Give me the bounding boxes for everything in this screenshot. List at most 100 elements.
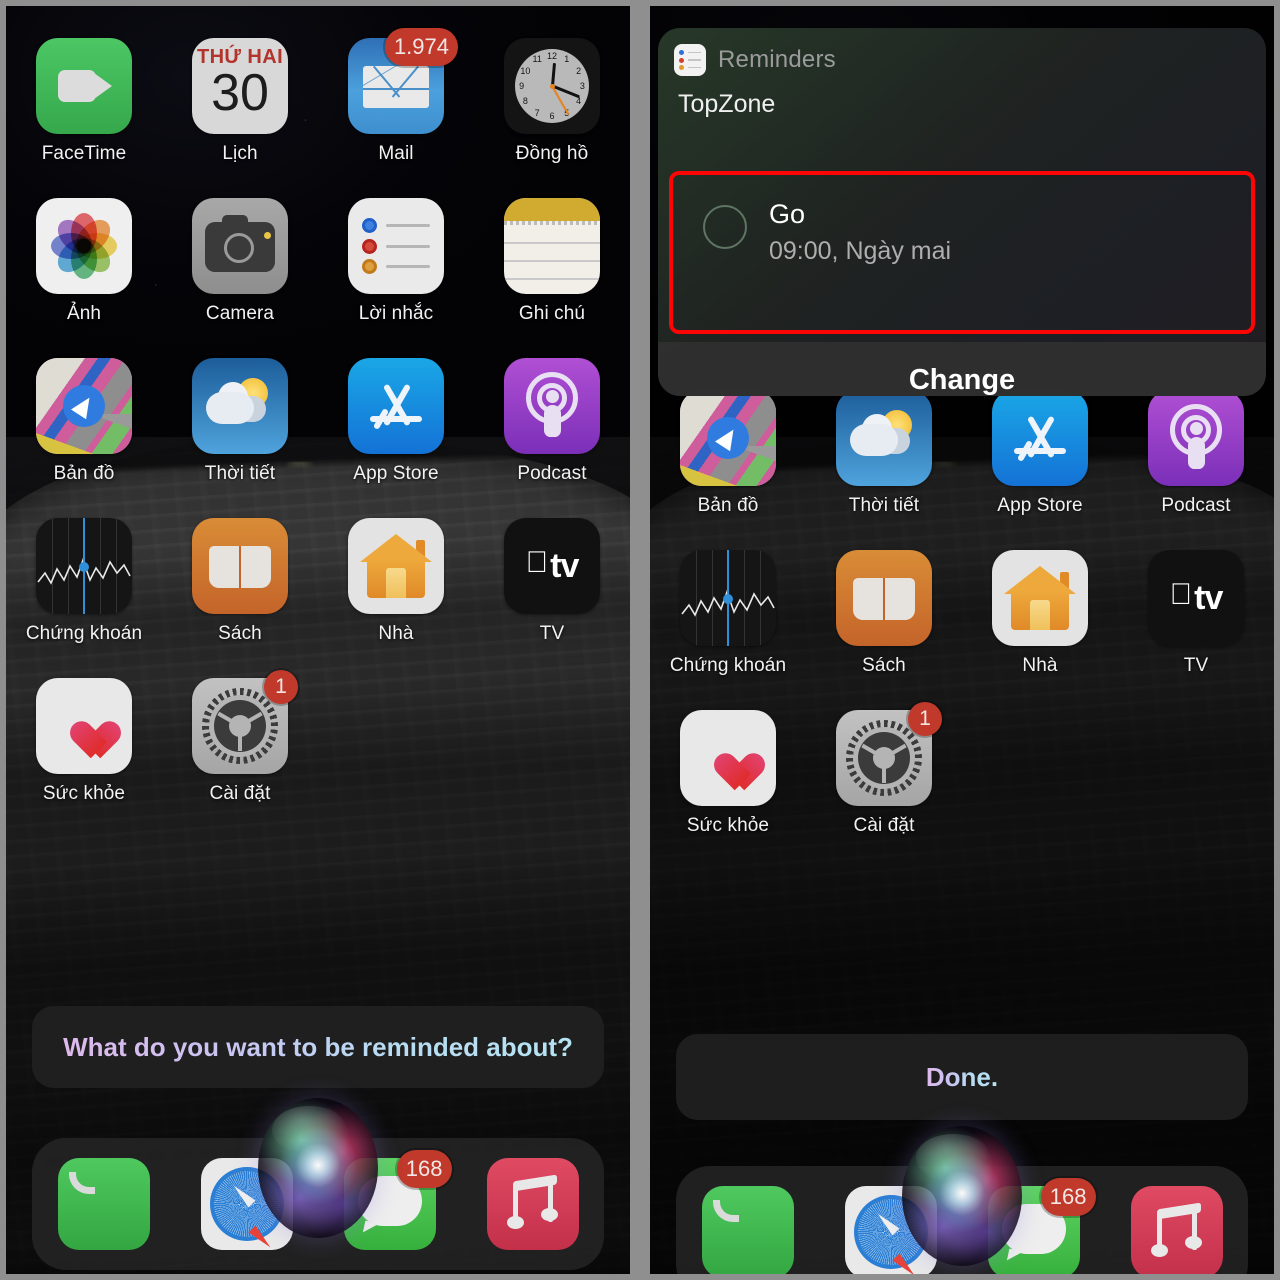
podcasts-icon[interactable] <box>1148 390 1244 486</box>
app-cell-appstore[interactable]: App Store <box>962 390 1118 517</box>
maps-icon[interactable] <box>36 358 132 454</box>
app-cell-clock[interactable]: 12 1 2 3 4 5 6 7 8 9 10 11 <box>474 38 630 165</box>
app-cell-weather[interactable]: Thời tiết <box>806 390 962 517</box>
card-list-name: TopZone <box>678 90 776 118</box>
card-header: Reminders <box>658 28 1266 76</box>
app-label: FaceTime <box>41 143 127 164</box>
siri-prompt-bubble: What do you want to be reminded about? <box>32 1006 604 1088</box>
app-row-2: Ảnh Camera Lời nhắc Ghi chú <box>6 198 630 325</box>
app-cell-home[interactable]: Nhà <box>962 550 1118 677</box>
apple-logo-icon:  <box>526 548 549 578</box>
books-icon[interactable] <box>192 518 288 614</box>
music-icon[interactable] <box>486 1158 579 1250</box>
calendar-icon[interactable]: THỨ HAI 30 <box>192 38 288 134</box>
app-label: Podcast <box>517 463 587 484</box>
weather-icon[interactable] <box>192 358 288 454</box>
photos-icon[interactable] <box>36 198 132 294</box>
apple-logo-icon:  <box>1170 580 1193 610</box>
messages-badge: 168 <box>1040 1178 1096 1216</box>
settings-badge: 1 <box>264 670 298 704</box>
stocks-icon[interactable] <box>36 518 132 614</box>
app-cell-books[interactable]: Sách <box>162 518 318 645</box>
app-row-5: Sức khỏe 1 Cài đặt <box>6 670 630 805</box>
left-phone-screen: FaceTime THỨ HAI 30 Lịch 1.974 Mail 12 1… <box>6 6 630 1274</box>
siri-orb[interactable] <box>258 1098 378 1238</box>
change-button[interactable]: Change <box>658 342 1266 396</box>
app-cell-tv[interactable]: tv TV <box>474 518 630 645</box>
tv-wordmark: tv <box>1182 578 1223 617</box>
settings-icon[interactable]: 1 <box>192 670 298 774</box>
podcasts-icon[interactable] <box>504 358 600 454</box>
mail-badge: 1.974 <box>384 28 458 66</box>
settings-icon[interactable]: 1 <box>836 702 942 806</box>
app-cell-settings[interactable]: 1 Cài đặt <box>162 670 318 805</box>
camera-icon[interactable] <box>192 198 288 294</box>
app-cell-home[interactable]: Nhà <box>318 518 474 645</box>
mail-icon[interactable]: 1.974 <box>348 28 458 134</box>
phone-icon[interactable] <box>701 1186 794 1274</box>
app-label: Đồng hồ <box>515 143 589 164</box>
weather-icon[interactable] <box>836 390 932 486</box>
app-cell-settings[interactable]: 1 Cài đặt <box>806 702 962 837</box>
app-cell-photos[interactable]: Ảnh <box>6 198 162 325</box>
reminders-icon[interactable] <box>348 198 444 294</box>
app-cell-reminders[interactable]: Lời nhắc <box>318 198 474 325</box>
health-icon[interactable] <box>36 678 132 774</box>
app-label: Bản đồ <box>53 463 115 484</box>
app-label: Nhà <box>1022 655 1058 676</box>
app-cell-health[interactable]: Sức khỏe <box>650 710 806 837</box>
siri-response-text: Done. <box>925 1061 999 1092</box>
notes-icon[interactable] <box>504 198 600 294</box>
tv-icon[interactable]: tv <box>504 518 600 614</box>
app-row-4: Chứng khoán Sách Nhà tv TV <box>650 550 1274 677</box>
app-cell-notes[interactable]: Ghi chú <box>474 198 630 325</box>
app-cell-calendar[interactable]: THỨ HAI 30 Lịch <box>162 38 318 165</box>
app-label: Lịch <box>222 143 258 164</box>
app-cell-mail[interactable]: 1.974 Mail <box>318 28 474 165</box>
reminder-item-highlight[interactable]: Go 09:00, Ngày mai <box>669 171 1255 334</box>
facetime-icon[interactable] <box>36 38 132 134</box>
app-cell-facetime[interactable]: FaceTime <box>6 38 162 165</box>
tv-icon[interactable]: tv <box>1148 550 1244 646</box>
reminder-checkbox[interactable] <box>703 205 747 249</box>
reminder-title: Go <box>769 199 806 229</box>
maps-icon[interactable] <box>680 390 776 486</box>
app-row-1: FaceTime THỨ HAI 30 Lịch 1.974 Mail 12 1… <box>6 28 630 165</box>
app-cell-books[interactable]: Sách <box>806 550 962 677</box>
app-cell-podcasts[interactable]: Podcast <box>474 358 630 485</box>
reminder-detail: 09:00, Ngày mai <box>769 237 952 265</box>
app-cell-appstore[interactable]: App Store <box>318 358 474 485</box>
app-label: Thời tiết <box>204 463 276 484</box>
phone-icon[interactable] <box>57 1158 150 1250</box>
music-icon[interactable] <box>1130 1186 1223 1274</box>
books-icon[interactable] <box>836 550 932 646</box>
card-app-name: Reminders <box>718 46 836 73</box>
appstore-icon[interactable] <box>992 390 1088 486</box>
home-icon[interactable] <box>992 550 1088 646</box>
app-label: App Store <box>997 495 1083 516</box>
app-label: Chứng khoán <box>669 655 787 676</box>
app-cell-health[interactable]: Sức khỏe <box>6 678 162 805</box>
siri-orb[interactable] <box>902 1126 1022 1266</box>
app-label: Cài đặt <box>853 815 915 836</box>
app-cell-podcasts[interactable]: Podcast <box>1118 390 1274 517</box>
appstore-icon[interactable] <box>348 358 444 454</box>
app-cell-maps[interactable]: Bản đồ <box>650 390 806 517</box>
settings-badge: 1 <box>908 702 942 736</box>
reminders-result-card: Reminders TopZone Go 09:00, Ngày mai Cha… <box>658 28 1266 396</box>
app-label: TV <box>1183 655 1209 676</box>
clock-icon[interactable]: 12 1 2 3 4 5 6 7 8 9 10 11 <box>504 38 600 134</box>
app-cell-camera[interactable]: Camera <box>162 198 318 325</box>
home-icon[interactable] <box>348 518 444 614</box>
app-label: Sức khỏe <box>686 815 770 836</box>
stocks-icon[interactable] <box>680 550 776 646</box>
app-cell-tv[interactable]: tv TV <box>1118 550 1274 677</box>
app-label: TV <box>539 623 565 644</box>
app-row-3: Bản đồ Thời tiết App Store Podcast <box>650 390 1274 517</box>
app-cell-stocks[interactable]: Chứng khoán <box>6 518 162 645</box>
messages-badge: 168 <box>396 1150 452 1188</box>
app-cell-weather[interactable]: Thời tiết <box>162 358 318 485</box>
health-icon[interactable] <box>680 710 776 806</box>
app-cell-maps[interactable]: Bản đồ <box>6 358 162 485</box>
app-cell-stocks[interactable]: Chứng khoán <box>650 550 806 677</box>
